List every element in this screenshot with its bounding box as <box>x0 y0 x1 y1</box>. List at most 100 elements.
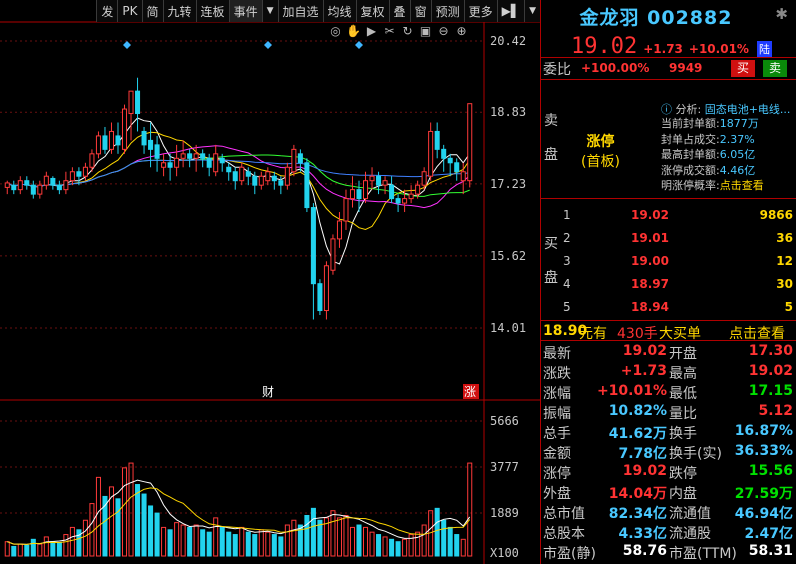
sell-button[interactable]: 卖 <box>763 60 787 77</box>
volume-bar <box>141 493 147 557</box>
volume-bar <box>193 524 199 557</box>
toolbar-item-14[interactable]: ▶▌ <box>496 0 525 22</box>
level-price: 18.94 <box>631 300 669 314</box>
buy-level-row[interactable]: 1 19.02 9866 <box>541 204 796 226</box>
volume-bar <box>63 534 69 557</box>
limit-up-analysis-card: ⓘ 分析: 固态电池+电线... 当前封单额:1877万 封单占成交:2.37% 最… <box>641 83 796 197</box>
zoom-out-icon[interactable]: ⊖ <box>436 24 451 39</box>
candle-body <box>356 189 362 200</box>
volume-bar <box>154 512 160 557</box>
volume-bar <box>376 534 382 557</box>
price-tick-label: 15.62 <box>490 249 526 263</box>
candle-body <box>206 157 212 168</box>
toolbar-item-11[interactable]: 窗 <box>409 0 431 22</box>
stat-value: 82.34亿 <box>608 506 667 522</box>
volume-bar <box>304 514 310 557</box>
volume-bar <box>30 538 36 557</box>
big-order-row: 18.90 元有 430手 大买单 点击查看 <box>541 321 796 342</box>
buy-level-row[interactable]: 2 19.01 36 <box>541 227 796 249</box>
detail-value[interactable]: 点击查看 <box>720 179 764 192</box>
divider <box>541 340 796 341</box>
volume-bar <box>382 536 388 557</box>
toolbar-item-4[interactable]: 连板 <box>195 0 229 22</box>
volume-bar <box>389 538 395 557</box>
scissors-icon[interactable]: ✂ <box>382 24 397 39</box>
volume-tick-label: 1889 <box>490 506 519 520</box>
buy-button[interactable]: 买 <box>731 60 755 77</box>
toolbar-item-10[interactable]: 叠 <box>388 0 410 22</box>
toolbar-item-13[interactable]: 更多 <box>463 0 497 22</box>
volume-bar <box>291 519 297 557</box>
stat-label: 流通值 <box>669 506 711 522</box>
candle-body <box>154 144 160 159</box>
level-index: 4 <box>563 277 571 291</box>
volume-bar <box>24 544 30 557</box>
order-ratio-label: 委比 <box>543 62 571 78</box>
eye-icon[interactable]: ◎ <box>328 24 343 39</box>
candle-body <box>24 180 30 186</box>
volume-bar <box>56 542 62 557</box>
volume-bar <box>200 529 206 557</box>
candle-body <box>408 193 414 200</box>
candle-body <box>402 198 408 204</box>
candle-body <box>193 153 199 159</box>
stat-label: 市盈(静) <box>543 546 596 562</box>
volume-bar <box>310 507 316 557</box>
volume-tick-label: X100 <box>490 546 519 560</box>
volume-bar <box>356 524 362 557</box>
buy-level-row[interactable]: 5 18.94 5 <box>541 296 796 318</box>
buy-level-row[interactable]: 3 19.00 12 <box>541 250 796 272</box>
zoom-in-icon[interactable]: ⊕ <box>454 24 469 39</box>
toolbar-item-1[interactable]: PK <box>117 0 142 22</box>
divider <box>541 57 796 58</box>
play-icon[interactable]: ▶ <box>364 24 379 39</box>
volume-bar <box>167 529 173 557</box>
toolbar-item-12[interactable]: 预测 <box>430 0 464 22</box>
candle-body <box>187 153 193 159</box>
hand-icon[interactable]: ✋ <box>346 24 361 39</box>
stat-value: 19.02 <box>622 343 667 359</box>
toolbar-item-3[interactable]: 九转 <box>162 0 196 22</box>
detail-value: 2.37% <box>719 132 755 146</box>
toolbar-item-8[interactable]: 均线 <box>322 0 356 22</box>
stat-row: 外盘 14.04万 内盘 27.59万 <box>541 482 796 502</box>
candle-body <box>37 184 43 195</box>
analysis-detail-row[interactable]: 明涨停概率:点击查看 <box>661 177 764 192</box>
stock-title[interactable]: 金龙羽 002882 <box>541 3 771 30</box>
volume-bar <box>258 529 264 557</box>
stat-label: 总股本 <box>543 526 585 542</box>
lock-icon[interactable]: ▣ <box>418 24 433 39</box>
toolbar-item-5[interactable]: 事件 <box>228 0 262 22</box>
toolbar-item-0[interactable]: 发 <box>96 0 118 22</box>
volume-bar <box>17 543 23 557</box>
toolbar-item-7[interactable]: 加自选 <box>277 0 323 22</box>
toolbar-item-15[interactable]: ▼ <box>524 0 540 22</box>
toolbar-item-2[interactable]: 简 <box>141 0 163 22</box>
stat-row: 金额 7.78亿 换手(实) 36.33% <box>541 442 796 462</box>
candle-body <box>4 182 10 188</box>
level-volume: 5 <box>784 300 793 314</box>
detail-key: 封单占成交: <box>661 132 720 146</box>
stat-label: 外盘 <box>543 486 571 502</box>
price-tick-label: 18.83 <box>490 105 526 119</box>
toolbar-item-9[interactable]: 复权 <box>355 0 389 22</box>
refresh-icon[interactable]: ↻ <box>400 24 415 39</box>
limit-up-status: 涨停 (首板) <box>581 134 620 170</box>
volume-bar <box>232 534 238 557</box>
toolbar-item-6[interactable]: ▼ <box>261 0 278 22</box>
volume-bar <box>89 503 95 557</box>
buy-level-row[interactable]: 4 18.97 30 <box>541 273 796 295</box>
volume-tick-label: 3777 <box>490 460 519 474</box>
chart-toolbar: 发 PK 简九转 连板 事件 ▼ 加自选 均线 复权叠窗预测 更多 ▶▌ ▼ <box>0 0 540 22</box>
candle-body <box>343 198 349 222</box>
gear-icon[interactable]: ✱ <box>775 5 788 23</box>
buy-book: 买 盘 1 19.02 9866 2 19.01 36 3 19.00 12 4 18.97 30 5 1… <box>541 202 796 320</box>
candle-body <box>95 135 101 155</box>
stat-value: 27.59万 <box>734 486 793 502</box>
stat-label: 市盈(TTM) <box>669 546 737 562</box>
candle-body <box>467 103 473 182</box>
kline-chart[interactable]: 20.42 18.83 17.23 15.62 14.01 5666 3777 1889 X10… <box>0 0 540 564</box>
candle-body <box>428 130 434 177</box>
stat-row: 振幅 10.82% 量比 5.12 <box>541 402 796 422</box>
price-tick-label: 20.42 <box>490 34 526 48</box>
